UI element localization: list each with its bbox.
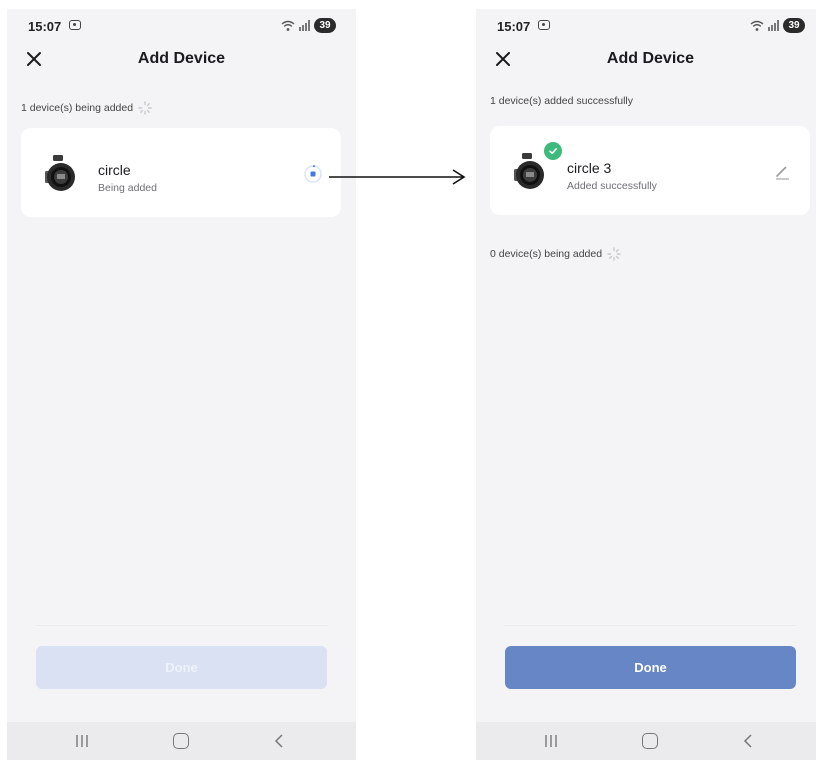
adding-progress-text: 1 device(s) being added	[21, 102, 134, 114]
device-card[interactable]: circle 3 Added successfully	[490, 126, 810, 215]
footer-divider	[35, 625, 328, 626]
status-icons: 39	[281, 18, 336, 33]
done-button[interactable]: Done	[505, 646, 796, 689]
added-success-label: 1 device(s) added successfully	[490, 95, 633, 107]
adding-progress-label: 1 device(s) being added	[21, 101, 152, 115]
progress-ring-icon	[304, 165, 322, 183]
title-bar: Add Device	[7, 43, 356, 75]
check-icon	[549, 148, 557, 155]
check-badge-icon	[544, 142, 562, 160]
back-icon[interactable]	[740, 733, 756, 749]
home-icon[interactable]	[642, 733, 658, 749]
battery-indicator: 39	[314, 18, 336, 33]
home-icon[interactable]	[173, 733, 189, 749]
recent-apps-icon[interactable]	[74, 734, 90, 748]
edit-name-button[interactable]	[770, 160, 794, 184]
status-time: 15:07	[497, 19, 531, 34]
screen-record-icon	[538, 20, 550, 30]
system-nav-bar	[476, 722, 816, 760]
system-nav-bar	[7, 722, 356, 760]
thermostat-device-image	[45, 155, 75, 191]
pending-progress-text: 0 device(s) being added	[490, 248, 603, 260]
arrow-right-icon	[329, 169, 466, 185]
thermostat-device-image	[514, 153, 544, 189]
device-status: Added successfully	[567, 180, 657, 192]
loading-spinner-icon	[138, 101, 152, 115]
pencil-icon	[776, 166, 789, 180]
status-time: 15:07	[28, 19, 62, 34]
signal-icon	[299, 20, 310, 31]
screen-record-icon	[69, 20, 81, 30]
recent-apps-icon[interactable]	[543, 734, 559, 748]
device-card[interactable]: circle Being added	[21, 128, 341, 217]
done-button[interactable]: Done	[36, 646, 327, 689]
status-bar: 15:07 39	[7, 9, 356, 35]
signal-icon	[768, 20, 779, 31]
page-title: Add Device	[606, 50, 695, 67]
page-title: Add Device	[137, 50, 226, 67]
device-status: Being added	[98, 182, 157, 194]
progress-indicator	[301, 162, 325, 186]
wifi-icon	[750, 20, 764, 31]
wifi-icon	[281, 20, 295, 31]
loading-spinner-icon	[607, 247, 621, 261]
pending-progress-label: 0 device(s) being added	[490, 247, 621, 261]
back-icon[interactable]	[271, 733, 287, 749]
footer-divider	[504, 625, 797, 626]
device-name: circle 3	[567, 160, 612, 176]
phone-screen-adding: 15:07 39 Add Device 1 device(s) being ad…	[7, 9, 356, 760]
device-name: circle	[98, 162, 131, 178]
title-bar: Add Device	[476, 43, 816, 75]
added-success-text: 1 device(s) added successfully	[490, 95, 633, 107]
status-icons: 39	[750, 18, 805, 33]
phone-screen-added: 15:07 39 Add Device 1 device(s) added su…	[476, 9, 816, 760]
battery-indicator: 39	[783, 18, 805, 33]
status-bar: 15:07 39	[476, 9, 816, 35]
